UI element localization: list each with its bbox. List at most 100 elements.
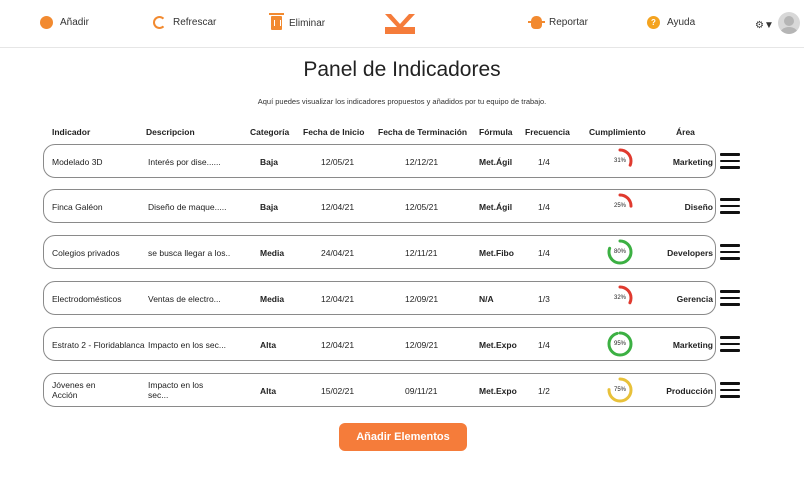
cell-frecuencia: 1/2	[538, 386, 550, 396]
report-button[interactable]: Reportar	[528, 16, 588, 29]
top-toolbar: Añadir Refrescar Eliminar Reportar ? Ayu…	[0, 0, 804, 48]
row-menu-icon[interactable]	[720, 244, 740, 260]
page-subtitle: Aquí puedes visualizar los indicadores p…	[257, 97, 547, 106]
gauge-percent: 80%	[613, 249, 626, 255]
header-descripcion: Descripcion	[146, 127, 195, 137]
cell-indicador: Electrodomésticos	[52, 294, 122, 304]
cell-indicador: Finca Galéon	[52, 202, 103, 212]
cell-fecha-inicio: 12/05/21	[321, 157, 355, 167]
cell-categoria: Baja	[260, 202, 278, 212]
bug-icon	[528, 16, 545, 29]
cell-descripcion: Impacto en los sec...	[148, 380, 204, 400]
cell-fecha-inicio: 15/02/21	[321, 386, 355, 396]
help-icon: ?	[647, 16, 660, 29]
cell-fecha-terminacion: 12/09/21	[405, 294, 439, 304]
row-menu-icon[interactable]	[720, 336, 740, 352]
app-logo	[385, 14, 415, 34]
gauge-percent: 95%	[613, 341, 626, 347]
cell-formula: Met.Fibo	[479, 248, 514, 258]
cell-area: Developers	[667, 248, 713, 258]
cell-formula: Met.Ágil	[479, 202, 513, 212]
add-elements-button[interactable]: Añadir Elementos	[339, 423, 467, 451]
cell-categoria: Alta	[260, 340, 277, 350]
progress-gauge: 32%	[605, 283, 635, 313]
cell-fecha-terminacion: 09/11/21	[405, 386, 438, 396]
refresh-icon	[153, 16, 166, 29]
cell-frecuencia: 1/4	[538, 340, 550, 350]
header-formula: Fórmula	[479, 127, 513, 137]
cell-descripcion: se busca llegar a los..	[148, 248, 231, 258]
table-row[interactable]: Jóvenes en Acción Impacto en los sec... …	[43, 373, 716, 407]
cell-fecha-inicio: 12/04/21	[321, 340, 355, 350]
gauge-percent: 75%	[613, 387, 626, 393]
cell-indicador: Modelado 3D	[52, 157, 103, 167]
cell-fecha-inicio: 12/04/21	[321, 294, 355, 304]
page-title: Panel de Indicadores	[303, 58, 501, 81]
header-categoria: Categoría	[250, 127, 290, 137]
cell-categoria: Baja	[260, 157, 278, 167]
cell-descripcion: Interés por dise......	[148, 157, 221, 167]
cell-fecha-inicio: 24/04/21	[321, 248, 355, 258]
cell-categoria: Alta	[260, 386, 277, 396]
report-label: Reportar	[549, 17, 588, 28]
table-row[interactable]: Modelado 3D Interés por dise...... Baja …	[43, 144, 716, 178]
cell-formula: Met.Expo	[479, 340, 517, 350]
avatar[interactable]	[778, 12, 800, 34]
header-frecuencia: Frecuencia	[525, 127, 570, 137]
table-row[interactable]: Colegios privados se busca llegar a los.…	[43, 235, 716, 269]
cell-fecha-terminacion: 12/11/21	[405, 248, 438, 258]
gauge-percent: 32%	[613, 295, 626, 301]
cell-descripcion: Impacto en los sec...	[148, 340, 226, 350]
cell-fecha-terminacion: 12/09/21	[405, 340, 439, 350]
cell-categoria: Media	[260, 294, 285, 304]
cell-frecuencia: 1/3	[538, 294, 550, 304]
gear-icon[interactable]: ⚙▼	[755, 20, 774, 31]
cell-area: Marketing	[672, 157, 713, 167]
help-label: Ayuda	[667, 17, 696, 28]
add-icon	[40, 16, 53, 29]
cell-categoria: Media	[260, 248, 285, 258]
gauge-percent: 31%	[613, 158, 626, 164]
table-row[interactable]: Electrodomésticos Ventas de electro... M…	[43, 281, 716, 315]
progress-gauge: 75%	[605, 375, 635, 405]
progress-gauge: 31%	[605, 146, 635, 176]
cell-descripcion: Ventas de electro...	[148, 294, 221, 304]
cell-frecuencia: 1/4	[538, 248, 550, 258]
header-fecha-terminacion: Fecha de Terminación	[378, 127, 468, 137]
cell-area: Diseño	[684, 202, 713, 212]
progress-gauge: 80%	[605, 237, 635, 267]
add-label: Añadir	[60, 17, 89, 28]
cell-fecha-inicio: 12/04/21	[321, 202, 355, 212]
cell-frecuencia: 1/4	[538, 202, 550, 212]
cell-frecuencia: 1/4	[538, 157, 550, 167]
header-indicador: Indicador	[52, 127, 91, 137]
row-menu-icon[interactable]	[720, 382, 740, 398]
cell-fecha-terminacion: 12/05/21	[405, 202, 439, 212]
refresh-label: Refrescar	[173, 17, 217, 28]
add-button[interactable]: Añadir	[40, 16, 89, 29]
cell-indicador: Colegios privados	[52, 248, 120, 258]
row-menu-icon[interactable]	[720, 198, 740, 214]
cell-indicador: Jóvenes en Acción	[52, 380, 96, 400]
progress-gauge: 95%	[605, 329, 635, 359]
cell-area: Marketing	[672, 340, 713, 350]
trash-icon	[269, 13, 284, 30]
cell-descripcion: Diseño de maque.....	[148, 202, 227, 212]
header-cumplimiento: Cumplimiento	[589, 127, 646, 137]
cell-indicador: Estrato 2 - Floridablanca	[52, 340, 145, 350]
cell-area: Gerencia	[676, 294, 713, 304]
cell-formula: Met.Expo	[479, 386, 517, 396]
header-area: Área	[676, 127, 695, 137]
delete-button[interactable]: Eliminar	[269, 13, 325, 30]
row-menu-icon[interactable]	[720, 290, 740, 306]
help-button[interactable]: ? Ayuda	[647, 16, 695, 29]
table-row[interactable]: Estrato 2 - Floridablanca Impacto en los…	[43, 327, 716, 361]
row-menu-icon[interactable]	[720, 153, 740, 169]
cell-formula: Met.Ágil	[479, 157, 513, 167]
refresh-button[interactable]: Refrescar	[153, 16, 216, 29]
table-row[interactable]: Finca Galéon Diseño de maque..... Baja 1…	[43, 189, 716, 223]
cell-area: Producción	[666, 386, 713, 396]
progress-gauge: 25%	[605, 191, 635, 221]
cell-formula: N/A	[479, 294, 494, 304]
header-fecha-inicio: Fecha de Inicio	[303, 127, 365, 137]
